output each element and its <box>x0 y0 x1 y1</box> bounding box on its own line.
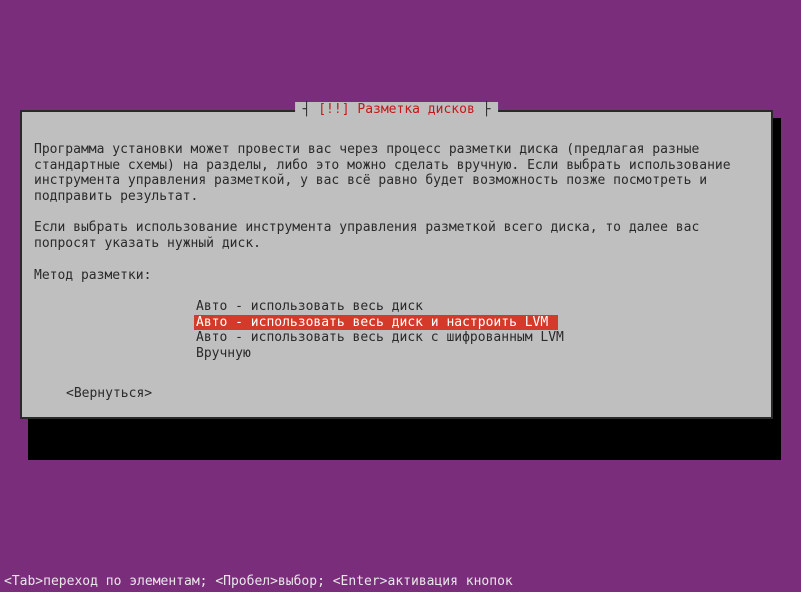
option-use-entire-disk[interactable]: Авто - использовать весь диск <box>194 299 425 315</box>
go-back-button[interactable]: <Вернуться> <box>66 386 152 402</box>
title-marker: [!!] <box>318 102 349 117</box>
title-border-right: ├ <box>475 102 491 117</box>
help-bar: <Tab>переход по элементам; <Пробел>выбор… <box>0 572 801 592</box>
title-text: Разметка дисков <box>357 102 474 117</box>
option-manual[interactable]: Вручную <box>194 346 253 362</box>
dialog-title: ┤ [!!] Разметка дисков ├ <box>295 102 499 118</box>
option-use-entire-disk-lvm[interactable]: Авто - использовать весь диск и настроит… <box>194 315 558 331</box>
partition-method-menu: Авто - использовать весь диск Авто - исп… <box>194 299 759 361</box>
intro-paragraph-1: Программа установки может провести вас ч… <box>34 142 759 204</box>
option-use-entire-disk-encrypted-lvm[interactable]: Авто - использовать весь диск с шифрован… <box>194 330 566 346</box>
title-border-left: ┤ <box>303 102 319 117</box>
intro-paragraph-2: Если выбрать использование инструмента у… <box>34 220 759 251</box>
method-prompt: Метод разметки: <box>34 268 759 284</box>
partition-dialog: ┤ [!!] Разметка дисков ├ Программа устан… <box>20 110 773 419</box>
